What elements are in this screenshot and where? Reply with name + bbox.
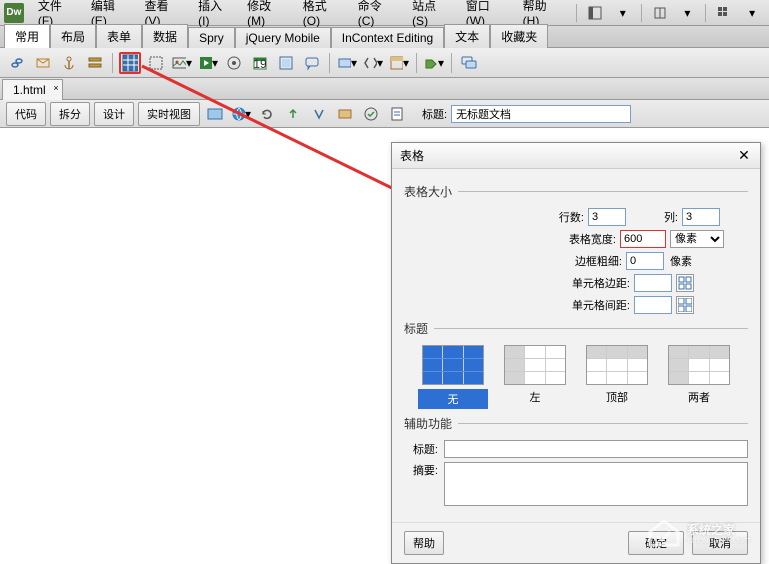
insert-toolbar: ▾ ▾ 19 ▾ ▾ ▾ ▾ (0, 48, 769, 78)
extension-icon[interactable] (651, 4, 669, 22)
header-left-label: 左 (500, 389, 570, 405)
menubar: Dw 文件(F) 编辑(E) 查看(V) 插入(I) 修改(M) 格式(O) 命… (0, 0, 769, 26)
size-legend: 表格大小 (404, 183, 452, 200)
summary-label: 摘要: (404, 462, 438, 478)
tab-spry[interactable]: Spry (188, 27, 235, 48)
summary-textarea[interactable] (444, 462, 748, 506)
cellspace-input[interactable] (634, 296, 672, 314)
caption-label: 标题: (404, 441, 438, 457)
tab-data[interactable]: 数据 (142, 24, 188, 48)
border-unit: 像素 (670, 253, 712, 269)
table-icon[interactable] (119, 52, 141, 74)
code-view-button[interactable]: 代码 (6, 102, 46, 126)
tab-form[interactable]: 表单 (96, 24, 142, 48)
layout-dropdown-icon[interactable]: ▾ (614, 4, 632, 22)
header-none-label: 无 (418, 389, 488, 409)
tab-jquery[interactable]: jQuery Mobile (235, 27, 331, 48)
head-icon[interactable]: ▾ (336, 52, 358, 74)
caption-input[interactable] (444, 440, 748, 458)
browser-icon[interactable]: ▾ (230, 103, 252, 125)
email-icon[interactable] (32, 52, 54, 74)
table-dialog: 表格 ✕ 表格大小 行数: 列: 表格宽度: 像素 边框粗细: 像素 单元格边距… (391, 142, 761, 564)
options-icon[interactable] (308, 103, 330, 125)
tag-icon[interactable]: ▾ (423, 52, 445, 74)
border-input[interactable] (626, 252, 664, 270)
aux-legend: 辅助功能 (404, 415, 452, 432)
title-label: 标题: (422, 106, 447, 122)
header-top[interactable]: 顶部 (582, 345, 652, 409)
chat-icon[interactable] (458, 52, 480, 74)
file-name: 1.html (13, 83, 46, 97)
grid-icon[interactable] (715, 4, 733, 22)
tab-incontext[interactable]: InContext Editing (331, 27, 444, 48)
cellpad-label: 单元格边距: (572, 275, 630, 291)
header-left[interactable]: 左 (500, 345, 570, 409)
visual-aids-icon[interactable] (334, 103, 356, 125)
extension-dropdown-icon[interactable]: ▾ (678, 4, 696, 22)
header-legend: 标题 (404, 320, 428, 337)
tab-common[interactable]: 常用 (4, 24, 50, 48)
header-both[interactable]: 两者 (664, 345, 734, 409)
hyperlink-icon[interactable] (6, 52, 28, 74)
widget-icon[interactable] (223, 52, 245, 74)
cellspace-icon[interactable] (676, 296, 694, 314)
svg-text:19: 19 (253, 57, 267, 71)
app-logo: Dw (4, 3, 24, 23)
media-icon[interactable]: ▾ (197, 52, 219, 74)
file-tab[interactable]: 1.html × (2, 79, 63, 100)
width-label: 表格宽度: (569, 231, 616, 247)
width-unit-select[interactable]: 像素 (670, 230, 724, 248)
cellpad-input[interactable] (634, 274, 672, 292)
tab-favorites[interactable]: 收藏夹 (490, 24, 548, 48)
insert-tabbar: 常用 布局 表单 数据 Spry jQuery Mobile InContext… (0, 26, 769, 48)
header-top-label: 顶部 (582, 389, 652, 405)
header-none[interactable]: 无 (418, 345, 488, 409)
validate-icon[interactable] (386, 103, 408, 125)
live-code-icon[interactable] (204, 103, 226, 125)
div-icon[interactable] (145, 52, 167, 74)
split-view-button[interactable]: 拆分 (50, 102, 90, 126)
ssi-icon[interactable] (275, 52, 297, 74)
cols-label: 列: (664, 209, 678, 225)
ok-button[interactable]: 确定 (628, 531, 684, 555)
date-icon[interactable]: 19 (249, 52, 271, 74)
grid-dropdown-icon[interactable]: ▾ (743, 4, 761, 22)
tab-layout[interactable]: 布局 (50, 24, 96, 48)
script-icon[interactable]: ▾ (362, 52, 384, 74)
comment-icon[interactable] (301, 52, 323, 74)
document-toolbar: 代码 拆分 设计 实时视图 ▾ 标题: (0, 100, 769, 128)
border-label: 边框粗细: (575, 253, 622, 269)
live-view-button[interactable]: 实时视图 (138, 102, 200, 126)
title-input[interactable] (451, 105, 631, 123)
close-file-icon[interactable]: × (53, 83, 58, 93)
dialog-title: 表格 (400, 147, 424, 164)
cellspace-label: 单元格间距: (572, 297, 630, 313)
close-icon[interactable]: ✕ (736, 148, 752, 164)
anchor-icon[interactable] (58, 52, 80, 74)
refresh-icon[interactable] (256, 103, 278, 125)
dialog-titlebar: 表格 ✕ (392, 143, 760, 169)
image-icon[interactable]: ▾ (171, 52, 193, 74)
layout-icon[interactable] (586, 4, 604, 22)
width-input[interactable] (620, 230, 666, 248)
help-button[interactable]: 帮助 (404, 531, 444, 555)
rows-input[interactable] (588, 208, 626, 226)
template-icon[interactable]: ▾ (388, 52, 410, 74)
cols-input[interactable] (682, 208, 720, 226)
rows-label: 行数: (559, 209, 584, 225)
tab-text[interactable]: 文本 (444, 24, 490, 48)
hr-icon[interactable] (84, 52, 106, 74)
check-icon[interactable] (360, 103, 382, 125)
cellpad-icon[interactable] (676, 274, 694, 292)
upload-icon[interactable] (282, 103, 304, 125)
design-view-button[interactable]: 设计 (94, 102, 134, 126)
cancel-button[interactable]: 取消 (692, 531, 748, 555)
file-tabbar: 1.html × (0, 78, 769, 100)
header-both-label: 两者 (664, 389, 734, 405)
